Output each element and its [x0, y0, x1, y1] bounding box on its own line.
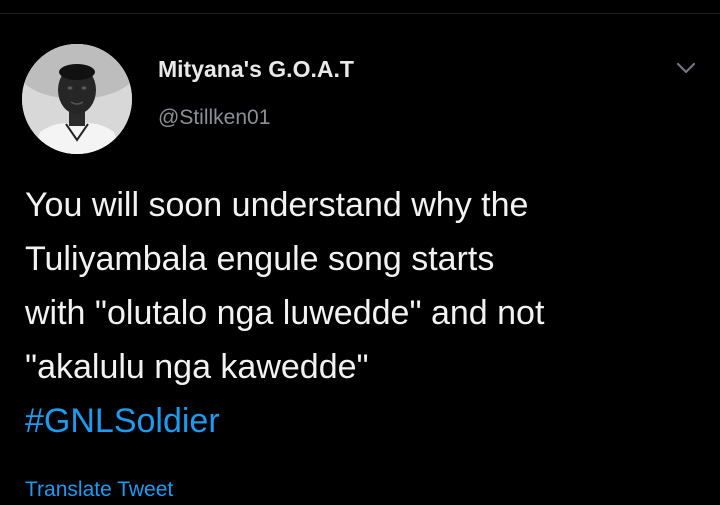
more-options-button[interactable] — [672, 56, 700, 80]
chevron-down-icon — [676, 62, 696, 74]
tweet-text-line: You will soon understand why the — [25, 186, 529, 224]
tweet-card: Mityana's G.O.A.T @Stillken01 You will s… — [0, 0, 720, 505]
tweet-body: You will soon understand why the Tuliyam… — [25, 178, 715, 448]
tweet-text-line: Tuliyambala engule song starts — [25, 240, 495, 278]
tweet-text-line: with "olutalo nga luwedde" and not — [25, 294, 545, 332]
hashtag-link[interactable]: #GNLSoldier — [25, 394, 715, 448]
top-divider — [0, 13, 720, 14]
tweet-text-line: "akalulu nga kawedde" — [25, 348, 369, 386]
avatar[interactable] — [22, 44, 132, 154]
author-display-name[interactable]: Mityana's G.O.A.T — [158, 56, 354, 83]
author-handle[interactable]: @Stillken01 — [158, 106, 270, 130]
translate-tweet-link[interactable]: Translate Tweet — [25, 478, 173, 502]
user-avatar-photo-icon — [22, 44, 132, 154]
